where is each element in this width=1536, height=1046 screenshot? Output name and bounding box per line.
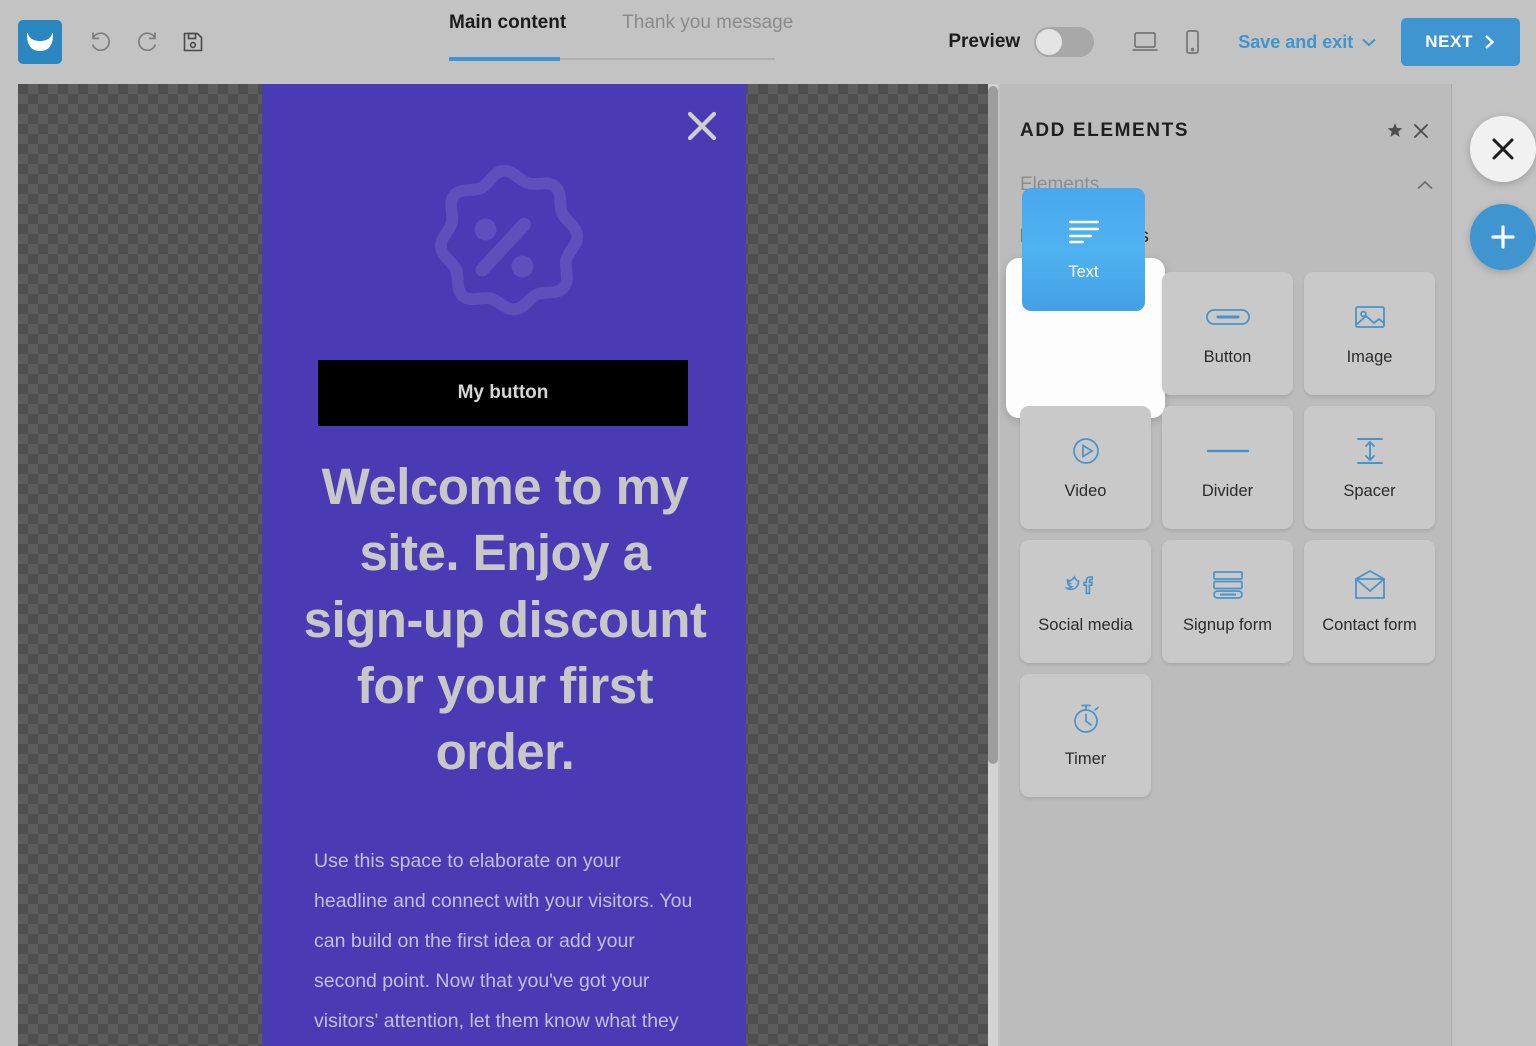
app-root: Main content Thank you message Preview S… [0, 0, 1536, 1046]
next-button[interactable]: NEXT [1401, 18, 1520, 66]
tab-thank-you-message[interactable]: Thank you message [622, 0, 793, 58]
tab-active-indicator [449, 57, 560, 61]
popup-preview[interactable]: My button Welcome to my site. Enjoy a si… [262, 84, 746, 1046]
element-tile-grid: Button Image Video Divider Spacer Social… [1020, 272, 1436, 797]
undo-icon[interactable] [78, 19, 124, 65]
redo-icon[interactable] [124, 19, 170, 65]
tab-bar: Main content Thank you message [449, 0, 849, 84]
floating-close-button[interactable] [1470, 116, 1536, 182]
spacer-arrows-icon [1353, 434, 1387, 468]
popup-close-icon[interactable] [680, 104, 724, 148]
panel-header: ADD ELEMENTS [1020, 118, 1434, 144]
tile-signup-form-label: Signup form [1183, 616, 1272, 634]
timer-stopwatch-icon [1071, 702, 1101, 736]
signup-form-icon [1211, 568, 1245, 602]
tile-divider-label: Divider [1201, 482, 1254, 500]
tab-main-content[interactable]: Main content [449, 0, 566, 58]
panel-left-divider [1451, 84, 1452, 1046]
tile-image[interactable]: Image [1304, 272, 1435, 395]
desktop-monitor-icon[interactable] [1122, 19, 1168, 65]
tile-contact-form-label: Contact form [1322, 616, 1417, 634]
next-button-label: NEXT [1425, 32, 1473, 51]
canvas-scrollbar-thumb[interactable] [988, 86, 998, 764]
chevron-up-icon [1417, 180, 1433, 189]
tab-thank-you-message-label: Thank you message [622, 12, 794, 33]
chevron-down-icon [1362, 38, 1376, 47]
image-picture-icon [1354, 300, 1386, 334]
save-floppy-icon[interactable] [170, 19, 216, 65]
tile-timer-label: Timer [1064, 750, 1107, 768]
video-play-icon [1071, 434, 1101, 468]
tile-text-label: Text [1068, 262, 1099, 281]
tile-video-label: Video [1064, 482, 1107, 500]
floating-add-button[interactable] [1470, 204, 1536, 270]
tile-text[interactable]: Text [1022, 188, 1145, 311]
tile-contact-form[interactable]: Contact form [1304, 540, 1435, 663]
tile-image-label: Image [1346, 348, 1393, 366]
save-and-exit-button[interactable]: Save and exit [1238, 32, 1377, 53]
discount-percent-badge-icon [262, 164, 746, 332]
tile-button[interactable]: Button [1162, 272, 1293, 395]
contact-envelope-icon [1352, 568, 1388, 602]
preview-toggle[interactable] [1034, 27, 1095, 57]
tile-social-media[interactable]: Social media [1020, 540, 1151, 663]
tile-button-label: Button [1203, 348, 1252, 366]
mail-logo-icon[interactable] [18, 20, 62, 64]
plus-icon [1491, 225, 1515, 249]
toolbar-right-group: Preview Save and exit NEXT [948, 0, 1536, 84]
tab-main-content-label: Main content [449, 12, 567, 33]
preview-label: Preview [948, 31, 1021, 52]
button-pill-icon [1205, 300, 1251, 334]
editor-canvas[interactable]: My button Welcome to my site. Enjoy a si… [18, 84, 988, 1046]
pin-star-icon[interactable] [1382, 118, 1408, 144]
divider-line-icon [1206, 434, 1250, 468]
text-lines-icon [1067, 218, 1101, 249]
panel-close-icon[interactable] [1408, 118, 1434, 144]
chevron-right-icon [1485, 35, 1495, 49]
close-x-icon [1492, 138, 1514, 160]
popup-body-text: Use this space to elaborate on your head… [314, 850, 693, 1032]
popup-my-button-label: My button [457, 382, 549, 403]
tile-video[interactable]: Video [1020, 406, 1151, 529]
save-and-exit-label: Save and exit [1238, 31, 1354, 52]
mobile-phone-icon[interactable] [1168, 19, 1214, 65]
popup-my-button[interactable]: My button [318, 360, 688, 426]
popup-headline: Welcome to my site. Enjoy a sign-up disc… [303, 458, 707, 781]
preview-toggle-knob [1036, 29, 1063, 55]
tile-spacer-label: Spacer [1343, 482, 1396, 500]
tile-divider[interactable]: Divider [1162, 406, 1293, 529]
tile-social-media-label: Social media [1038, 616, 1133, 634]
top-toolbar: Main content Thank you message Preview S… [0, 0, 1536, 84]
tile-timer[interactable]: Timer [1020, 674, 1151, 797]
toolbar-left-group [0, 19, 216, 65]
panel-title: ADD ELEMENTS [1020, 120, 1190, 141]
tile-signup-form[interactable]: Signup form [1162, 540, 1293, 663]
social-media-icon [1063, 568, 1108, 602]
tile-spacer[interactable]: Spacer [1304, 406, 1435, 529]
